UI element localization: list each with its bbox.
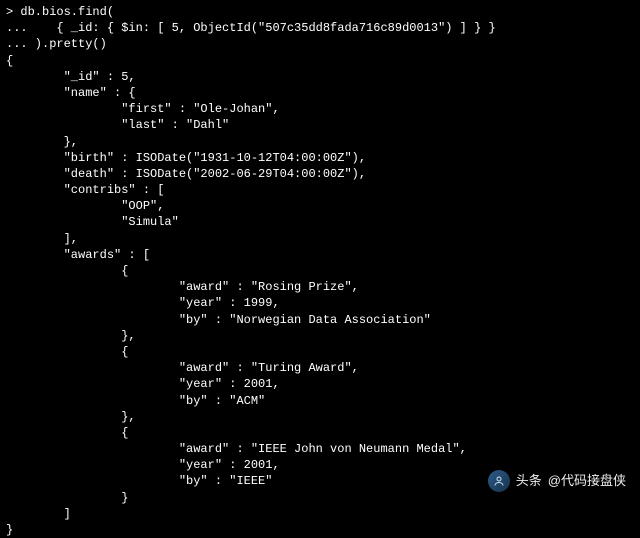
watermark: 头条 @代码接盘侠 [488, 470, 626, 492]
watermark-platform: 头条 [516, 472, 542, 490]
watermark-handle: @代码接盘侠 [548, 472, 626, 490]
terminal-output: > db.bios.find( ... { _id: { $in: [ 5, O… [6, 4, 634, 538]
avatar-icon [488, 470, 510, 492]
